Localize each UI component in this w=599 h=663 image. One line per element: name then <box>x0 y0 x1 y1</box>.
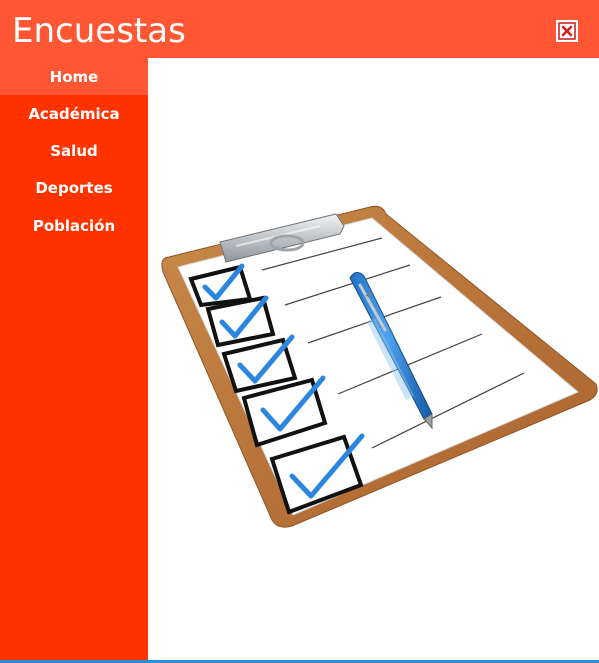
sidebar-item-label: Académica <box>28 104 120 123</box>
sidebar-item-label: Home <box>49 67 99 86</box>
clipboard-checklist-illustration <box>161 205 598 528</box>
sidebar-item-poblacion[interactable]: Población <box>0 207 148 244</box>
title-bar: Encuestas <box>0 0 599 58</box>
sidebar-menu: Home Académica Salud Deportes Población <box>0 58 148 660</box>
sidebar-item-deportes[interactable]: Deportes <box>0 169 148 206</box>
sidebar-item-label: Deportes <box>35 178 113 197</box>
app-title: Encuestas <box>12 11 186 51</box>
sidebar-item-academica[interactable]: Académica <box>0 95 148 132</box>
sidebar-item-label: Población <box>32 216 116 235</box>
sidebar-item-salud[interactable]: Salud <box>0 132 148 169</box>
sidebar-item-label: Salud <box>50 141 98 160</box>
main-content <box>148 58 599 660</box>
close-icon[interactable] <box>556 20 578 42</box>
sidebar-item-home[interactable]: Home <box>0 58 148 95</box>
